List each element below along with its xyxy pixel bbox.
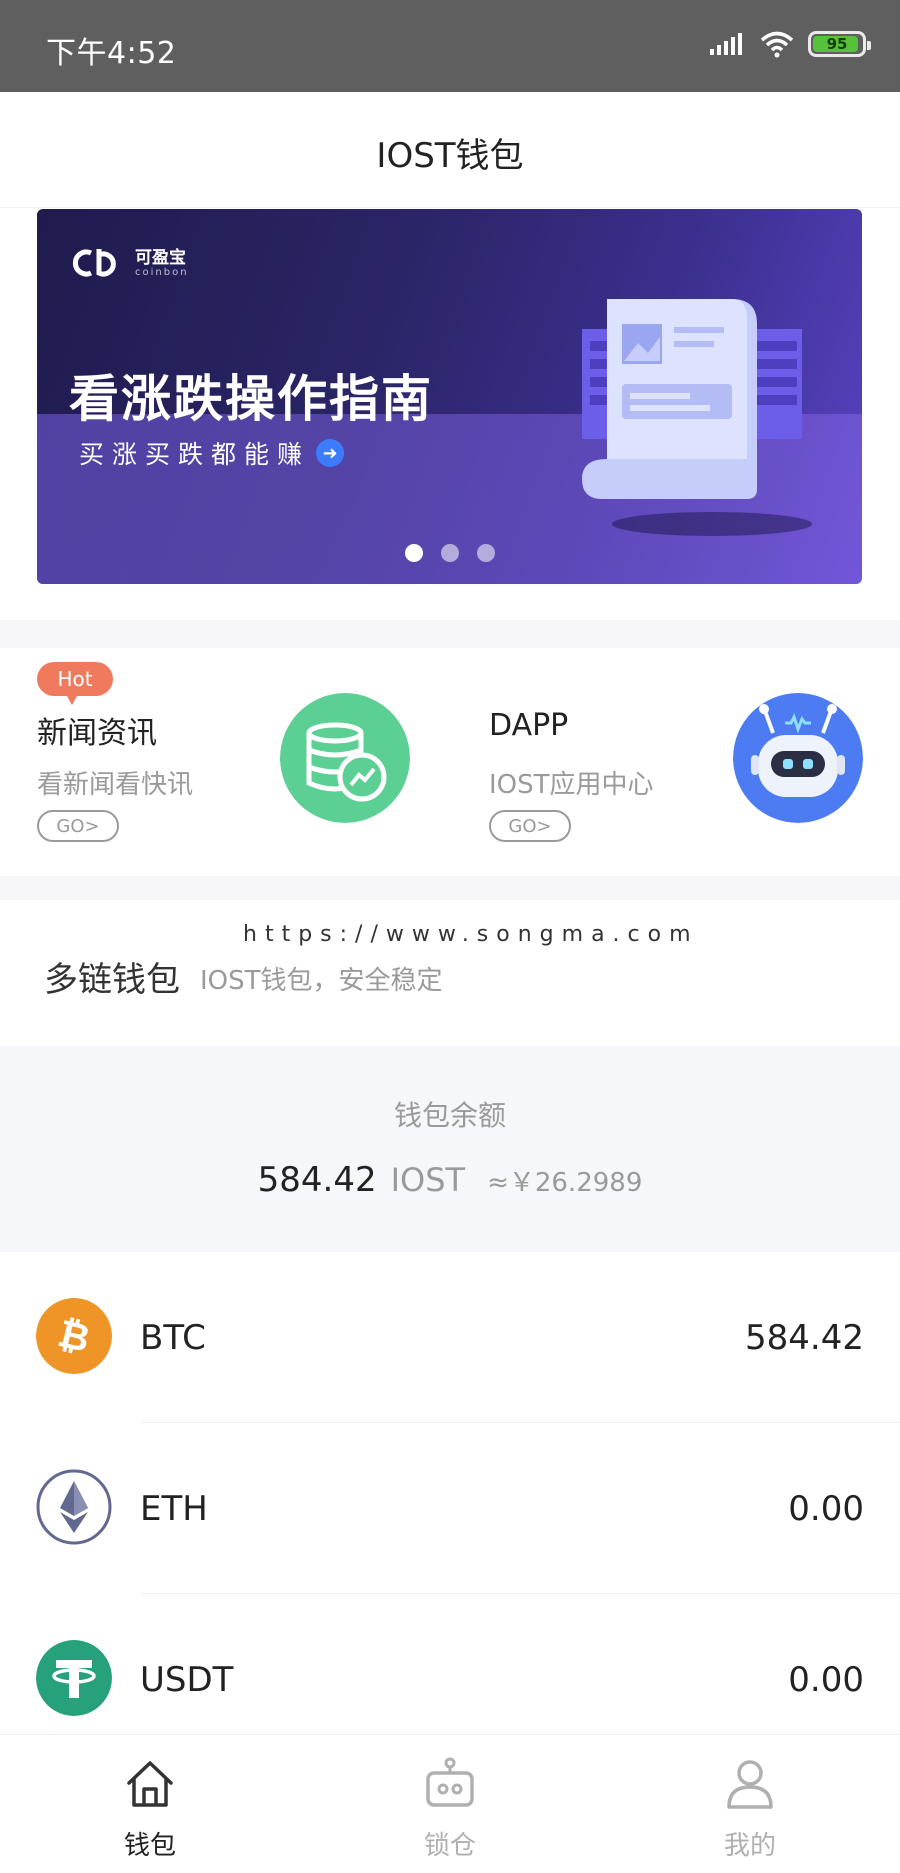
feature-dapp-title: DAPP <box>489 708 569 743</box>
balance-amount: 584.42 <box>257 1160 377 1200</box>
balance-row: 584.42 IOST ≈￥26.2989 <box>0 1160 900 1200</box>
banner-title: 看涨跌操作指南 <box>69 370 433 428</box>
nav-bar: IOST钱包 <box>0 92 900 208</box>
coin-name: BTC <box>140 1318 206 1358</box>
status-time: 下午4:52 <box>46 36 177 71</box>
feature-news[interactable]: Hot 新闻资讯 看新闻看快讯 GO> <box>37 648 417 876</box>
coinbon-logo-icon <box>72 249 116 277</box>
ethereum-icon <box>36 1469 112 1545</box>
tab-label: 我的 <box>723 1831 776 1861</box>
carousel-dot[interactable] <box>476 544 495 562</box>
battery-icon: 95 <box>808 31 871 57</box>
coin-row-btc[interactable]: ₿ BTC 584.42 <box>0 1252 900 1423</box>
banner-logo-text: 可盈宝 <box>135 247 186 268</box>
tab-label: 钱包 <box>123 1831 176 1861</box>
feature-shortcuts: Hot 新闻资讯 看新闻看快讯 GO> DAPP IOST应用中心 GO> <box>0 648 900 876</box>
banner-subtitle-text: 买涨买跌都能赚 <box>79 440 311 469</box>
tab-lock[interactable]: 锁仓 <box>300 1735 600 1873</box>
section-divider <box>0 620 900 648</box>
section-divider <box>0 876 900 900</box>
carousel-dots <box>37 544 862 562</box>
robot-lock-icon <box>426 1757 474 1807</box>
tab-profile[interactable]: 我的 <box>600 1735 900 1873</box>
coin-amount: 0.00 <box>788 1660 864 1700</box>
feature-dapp[interactable]: DAPP IOST应用中心 GO> <box>489 648 869 876</box>
tab-wallet[interactable]: 钱包 <box>0 1735 300 1873</box>
robot-icon <box>733 693 863 823</box>
balance-label: 钱包余额 <box>393 1099 506 1132</box>
status-icons: 95 <box>710 30 871 58</box>
carousel-dot[interactable] <box>440 544 459 562</box>
bottom-tab-bar: 钱包 锁仓 我的 <box>0 1734 900 1873</box>
hot-badge: Hot <box>37 662 113 705</box>
document-illustration-icon <box>582 299 812 536</box>
banner-logo-sub: coinbon <box>135 266 189 278</box>
user-icon <box>727 1760 773 1809</box>
coin-amount: 584.42 <box>745 1318 864 1358</box>
battery-level: 95 <box>826 35 848 53</box>
signal-icon <box>710 33 742 55</box>
balance-unit: IOST <box>390 1161 466 1199</box>
coin-name: ETH <box>140 1489 208 1529</box>
tether-icon <box>36 1640 112 1716</box>
banner-subtitle: 买涨买跌都能赚 ➜ <box>79 435 345 471</box>
news-go-button[interactable]: GO> <box>37 810 119 842</box>
multichain-header: https://www.songma.com 多链钱包 IOST钱包，安全稳定 <box>0 900 900 1040</box>
balance-cny: ≈￥26.2989 <box>487 1168 643 1198</box>
coin-amount: 0.00 <box>788 1489 864 1529</box>
home-icon <box>127 1761 173 1807</box>
status-bar: 下午4:52 95 <box>0 0 900 92</box>
multichain-subtitle: IOST钱包，安全稳定 <box>200 966 443 996</box>
coin-row-eth[interactable]: ETH 0.00 <box>0 1423 900 1594</box>
coin-name: USDT <box>140 1660 234 1700</box>
page-title: IOST钱包 <box>376 136 524 176</box>
wifi-icon <box>760 31 794 58</box>
watermark-text: https://www.songma.com <box>243 922 699 947</box>
feature-dapp-subtitle: IOST应用中心 <box>489 770 654 800</box>
coin-list: ₿ BTC 584.42 ETH 0.00 USDT 0.00 <box>0 1252 900 1765</box>
bitcoin-icon: ₿ <box>36 1298 112 1374</box>
promo-banner[interactable]: 可盈宝 coinbon 看涨跌操作指南 买涨买跌都能赚 ➜ <box>37 209 862 584</box>
arrow-right-icon: ➜ <box>316 439 345 467</box>
feature-news-subtitle: 看新闻看快讯 <box>37 770 194 800</box>
wallet-balance-card: 钱包余额 584.42 IOST ≈￥26.2989 <box>0 1046 900 1252</box>
carousel-dot[interactable] <box>404 544 423 562</box>
dapp-go-button[interactable]: GO> <box>489 810 571 842</box>
multichain-title: 多链钱包 <box>44 960 180 1000</box>
feature-news-title: 新闻资讯 <box>37 716 157 751</box>
banner-logo: 可盈宝 coinbon <box>69 247 189 279</box>
tab-label: 锁仓 <box>423 1831 476 1861</box>
coins-chart-icon <box>280 693 410 823</box>
